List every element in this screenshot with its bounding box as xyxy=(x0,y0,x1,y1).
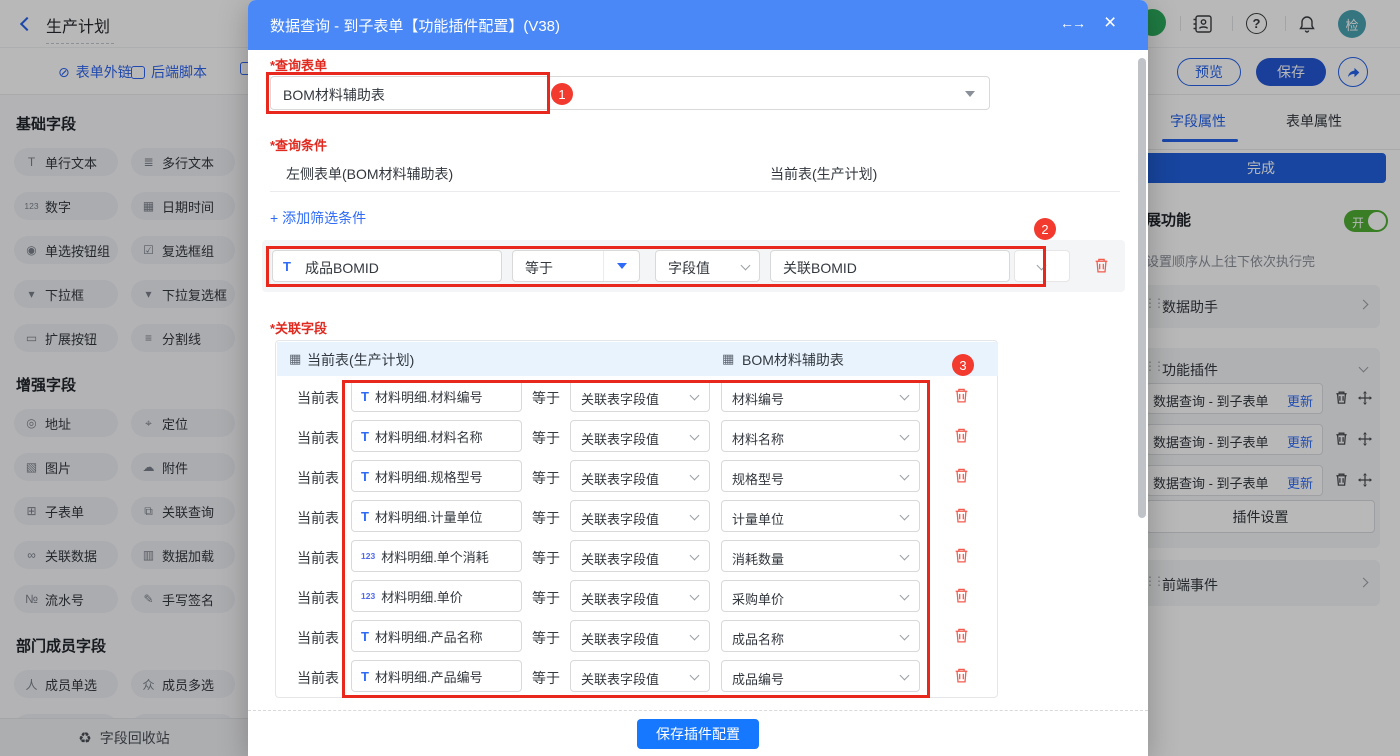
delete-row-button[interactable] xyxy=(953,627,970,649)
row-prefix-label: 当前表 xyxy=(297,470,339,486)
modal-header: 数据查询 - 到子表单【功能插件配置】(V38) ←→ × xyxy=(248,0,1148,50)
save-plugin-config-button[interactable]: 保存插件配置 xyxy=(637,719,759,749)
left-form-header: 左侧表单(BOM材料辅助表) xyxy=(286,166,454,182)
delete-row-button[interactable] xyxy=(953,427,970,449)
modal-scrollbar[interactable] xyxy=(1138,58,1146,518)
table-icon: ▦ xyxy=(722,351,735,366)
expand-icon[interactable]: ←→ xyxy=(1060,15,1086,31)
row-prefix-label: 当前表 xyxy=(297,590,339,606)
add-filter-condition-link[interactable]: + 添加筛选条件 xyxy=(270,208,366,228)
row-prefix-label: 当前表 xyxy=(297,430,339,446)
annotation-box-1 xyxy=(266,72,550,114)
related-fields-table: ▦ 当前表(生产计划) ▦ BOM材料辅助表 当前表 T 材料明细.材料编号 等… xyxy=(275,340,998,698)
query-condition-label: *查询条件 xyxy=(270,138,328,153)
related-fields-header: ▦ 当前表(生产计划) ▦ BOM材料辅助表 xyxy=(277,342,998,376)
caret-down-icon xyxy=(965,91,975,97)
row-prefix-label: 当前表 xyxy=(297,670,339,686)
divider xyxy=(270,191,1120,192)
close-icon[interactable]: × xyxy=(1104,11,1116,35)
plugin-config-modal: 数据查询 - 到子表单【功能插件配置】(V38) ←→ × *查询表单 BOM材… xyxy=(248,0,1148,756)
delete-row-button[interactable] xyxy=(953,587,970,609)
annotation-box-3 xyxy=(342,380,930,698)
related-fields-label: *关联字段 xyxy=(270,321,328,336)
annotation-badge-3: 3 xyxy=(952,354,974,376)
row-prefix-label: 当前表 xyxy=(297,510,339,526)
annotation-badge-2: 2 xyxy=(1034,218,1056,240)
modal-title: 数据查询 - 到子表单【功能插件配置】(V38) xyxy=(270,18,561,35)
row-prefix-label: 当前表 xyxy=(297,550,339,566)
row-prefix-label: 当前表 xyxy=(297,630,339,646)
delete-row-button[interactable] xyxy=(953,507,970,529)
current-form-header: 当前表(生产计划) xyxy=(770,166,878,182)
delete-row-button[interactable] xyxy=(953,667,970,689)
current-table-header: 当前表(生产计划) xyxy=(307,352,415,368)
delete-row-button[interactable] xyxy=(953,547,970,569)
modal-footer: 保存插件配置 xyxy=(248,710,1148,756)
source-table-header: BOM材料辅助表 xyxy=(742,352,844,368)
delete-condition-button[interactable] xyxy=(1093,257,1110,279)
delete-row-button[interactable] xyxy=(953,387,970,409)
table-icon: ▦ xyxy=(289,351,302,366)
delete-row-button[interactable] xyxy=(953,467,970,489)
annotation-box-2 xyxy=(266,246,1046,287)
row-prefix-label: 当前表 xyxy=(297,390,339,406)
annotation-badge-1: 1 xyxy=(551,83,573,105)
